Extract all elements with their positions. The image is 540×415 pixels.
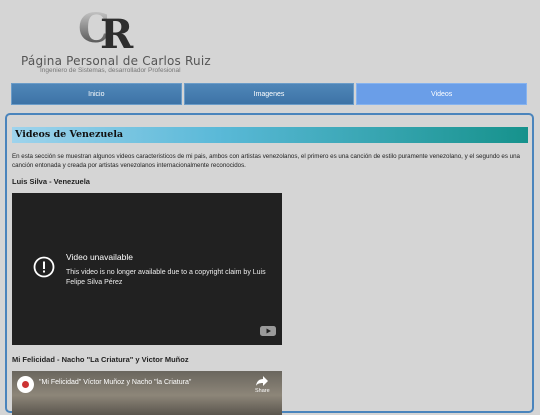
site-subtitle: Ingeniero de Sistemas, desarrollador Pro…	[40, 67, 181, 74]
site-header: C R Página Personal de Carlos Ruiz Ingen…	[0, 0, 540, 82]
share-label[interactable]: Share	[255, 388, 270, 394]
alert-icon	[33, 256, 55, 278]
main-nav: Inicio Imagenes Videos	[11, 83, 528, 105]
video-1-heading: Luis Silva - Venezuela	[12, 177, 90, 186]
video-2-title[interactable]: "Mi Felicidad" Víctor Muñoz y Nacho "la …	[39, 379, 191, 386]
cr-logo: C R	[78, 6, 134, 50]
video-2-player[interactable]: "Mi Felicidad" Víctor Muñoz y Nacho "la …	[12, 371, 282, 415]
video-2-heading: Mi Felicidad - Nacho "La Criatura" y Vic…	[12, 355, 189, 364]
section-title: Videos de Venezuela	[12, 127, 528, 143]
channel-avatar[interactable]	[17, 376, 34, 393]
video-1-message: This video is no longer available due to…	[66, 269, 266, 286]
nav-inicio[interactable]: Inicio	[11, 83, 182, 105]
share-icon[interactable]	[255, 375, 269, 387]
video-1-player[interactable]: Video unavailable This video is no longe…	[12, 193, 282, 345]
svg-text:R: R	[100, 11, 134, 50]
content-panel: Videos de Venezuela En esta sección se m…	[5, 113, 534, 415]
youtube-icon[interactable]	[260, 326, 276, 336]
intro-text: En esta sección se muestran algunos vide…	[12, 153, 521, 169]
site-title: Página Personal de Carlos Ruiz	[21, 54, 211, 68]
nav-imagenes[interactable]: Imagenes	[183, 83, 355, 105]
nav-videos[interactable]: Videos	[356, 83, 528, 105]
video-1-title: Video unavailable	[66, 252, 133, 262]
